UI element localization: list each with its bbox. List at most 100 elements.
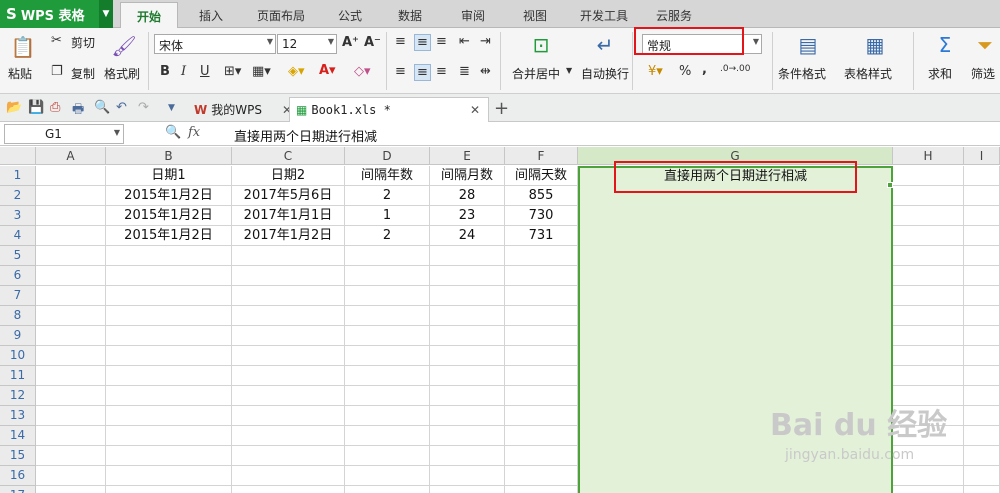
merge-center-button[interactable]: 合并居中 [512, 65, 560, 82]
cell-a3[interactable] [36, 206, 106, 226]
row-header-4[interactable]: 4 [0, 226, 36, 246]
cell-a13[interactable] [36, 406, 106, 426]
indent-decrease-icon[interactable]: ⇤ [459, 34, 470, 49]
cell-c11[interactable] [232, 366, 345, 386]
merge-center-icon[interactable]: ⊡ [528, 32, 554, 58]
doc-tab-book1[interactable]: ▦ Book1.xls * ✕ [289, 97, 489, 122]
cut-button[interactable]: 剪切 [71, 34, 95, 51]
cell-f12[interactable] [505, 386, 578, 406]
cell-b2[interactable]: 2015年1月2日 [106, 186, 232, 206]
row-header-9[interactable]: 9 [0, 326, 36, 346]
app-menu-button[interactable]: S WPS 表格 ▼ [0, 0, 113, 28]
print-icon[interactable]: 🖶 [72, 100, 84, 122]
open-folder-icon[interactable]: 📂 [6, 100, 22, 115]
cell-e1[interactable]: 间隔月数 [430, 166, 505, 186]
cell-i15[interactable] [964, 446, 1000, 466]
cell-f13[interactable] [505, 406, 578, 426]
font-size-select[interactable]: 12 ▼ [277, 34, 337, 54]
cell-a2[interactable] [36, 186, 106, 206]
cell-c2[interactable]: 2017年5月6日 [232, 186, 345, 206]
cell-a15[interactable] [36, 446, 106, 466]
cell-b3[interactable]: 2015年1月2日 [106, 206, 232, 226]
wrap-text-button[interactable]: 自动换行 [581, 65, 629, 82]
cell-g3[interactable] [578, 206, 893, 226]
cell-f11[interactable] [505, 366, 578, 386]
row-header-3[interactable]: 3 [0, 206, 36, 226]
cell-d16[interactable] [345, 466, 430, 486]
cell-f5[interactable] [505, 246, 578, 266]
font-color-icon[interactable]: A▾ [319, 63, 336, 78]
table-style-icon[interactable]: ▦ [862, 32, 888, 58]
redo-icon[interactable]: ↷ [138, 100, 149, 115]
cell-e12[interactable] [430, 386, 505, 406]
row-header-6[interactable]: 6 [0, 266, 36, 286]
cell-e9[interactable] [430, 326, 505, 346]
close-icon[interactable]: ✕ [470, 103, 480, 117]
cell-b14[interactable] [106, 426, 232, 446]
increase-font-icon[interactable]: A⁺ [342, 35, 359, 50]
cell-b5[interactable] [106, 246, 232, 266]
cell-d3[interactable]: 1 [345, 206, 430, 226]
cell-b11[interactable] [106, 366, 232, 386]
print-preview-icon[interactable]: 🔍 [94, 100, 110, 115]
cell-b7[interactable] [106, 286, 232, 306]
decrease-font-icon[interactable]: A⁻ [364, 35, 381, 50]
cell-e8[interactable] [430, 306, 505, 326]
cell-d14[interactable] [345, 426, 430, 446]
cell-b4[interactable]: 2015年1月2日 [106, 226, 232, 246]
row-header-14[interactable]: 14 [0, 426, 36, 446]
cell-i14[interactable] [964, 426, 1000, 446]
thousands-button[interactable]: , [702, 62, 707, 77]
cell-i3[interactable] [964, 206, 1000, 226]
cell-e14[interactable] [430, 426, 505, 446]
cell-g9[interactable] [578, 326, 893, 346]
cell-e4[interactable]: 24 [430, 226, 505, 246]
cell-f17[interactable] [505, 486, 578, 493]
align-middle-icon[interactable]: ≡ [414, 34, 431, 51]
cell-c13[interactable] [232, 406, 345, 426]
paste-icon[interactable]: 📋 [10, 32, 36, 62]
row-header-13[interactable]: 13 [0, 406, 36, 426]
tab-developer[interactable]: 开发工具 [580, 7, 628, 24]
row-header-15[interactable]: 15 [0, 446, 36, 466]
cell-c7[interactable] [232, 286, 345, 306]
cell-d4[interactable]: 2 [345, 226, 430, 246]
underline-button[interactable]: U [200, 64, 210, 79]
cell-c15[interactable] [232, 446, 345, 466]
cell-f6[interactable] [505, 266, 578, 286]
cell-f7[interactable] [505, 286, 578, 306]
cell-a16[interactable] [36, 466, 106, 486]
cell-c5[interactable] [232, 246, 345, 266]
cell-a9[interactable] [36, 326, 106, 346]
cell-d1[interactable]: 间隔年数 [345, 166, 430, 186]
cell-c12[interactable] [232, 386, 345, 406]
currency-icon[interactable]: ¥▾ [648, 64, 663, 79]
tab-insert[interactable]: 插入 [199, 7, 223, 24]
paste-label[interactable]: 粘贴 [8, 65, 32, 82]
cell-g6[interactable] [578, 266, 893, 286]
fill-color-icon[interactable]: ◈▾ [288, 64, 305, 79]
cell-b12[interactable] [106, 386, 232, 406]
table-style-button[interactable]: 表格样式 [844, 65, 892, 82]
cell-i6[interactable] [964, 266, 1000, 286]
align-left-icon[interactable]: ≡ [395, 64, 406, 79]
format-painter-icon[interactable]: 🖌 [111, 32, 136, 60]
save-icon[interactable]: 💾 [28, 100, 44, 115]
cell-g16[interactable] [578, 466, 893, 486]
cell-c17[interactable] [232, 486, 345, 493]
cell-e6[interactable] [430, 266, 505, 286]
cell-i1[interactable] [964, 166, 1000, 186]
cell-e7[interactable] [430, 286, 505, 306]
cell-a11[interactable] [36, 366, 106, 386]
cell-e10[interactable] [430, 346, 505, 366]
column-header-d[interactable]: D [345, 147, 430, 165]
column-header-i[interactable]: I [964, 147, 1000, 165]
cell-i2[interactable] [964, 186, 1000, 206]
cell-b6[interactable] [106, 266, 232, 286]
cell-g11[interactable] [578, 366, 893, 386]
align-top-icon[interactable]: ≡ [395, 34, 406, 49]
column-header-c[interactable]: C [232, 147, 345, 165]
cell-d9[interactable] [345, 326, 430, 346]
cell-b9[interactable] [106, 326, 232, 346]
wrap-text-icon[interactable]: ↵ [592, 32, 618, 58]
